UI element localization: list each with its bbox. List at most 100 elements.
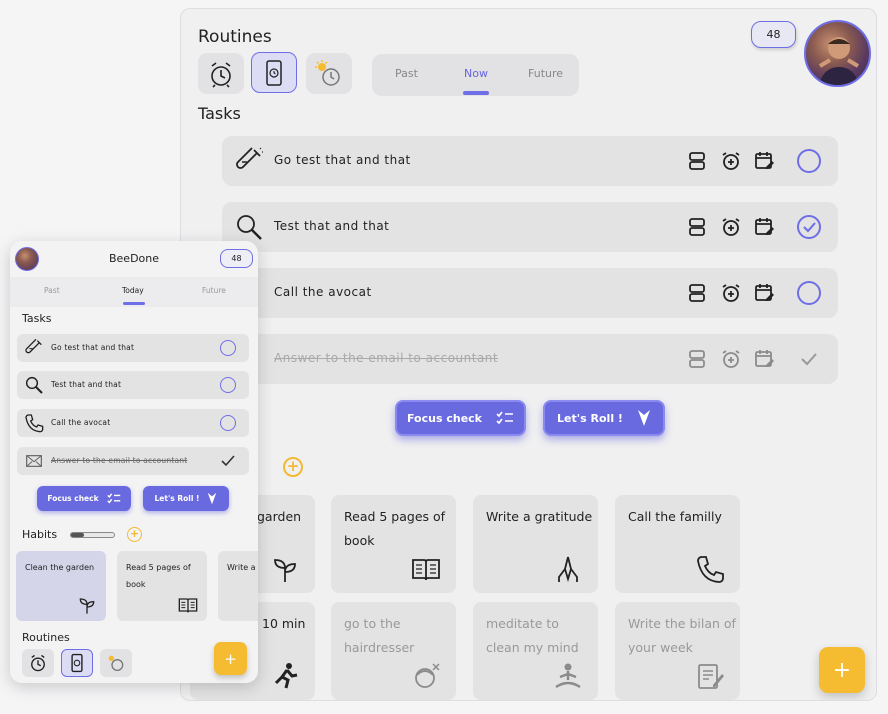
routine-morning-button[interactable] [100,649,132,677]
task-row-done[interactable]: Answer to the email to accountant [222,334,838,384]
sunrise-clock-icon [315,59,340,86]
active-tab-indicator [123,302,145,305]
time-tabs: Past Now Future [372,54,579,96]
arrow-down-icon [637,410,650,426]
desktop-app: Routines Past Now Future 48 Tasks Go tes… [180,8,877,701]
praying-hands-icon [558,556,578,583]
focus-check-label: Focus check [47,494,99,503]
task-row[interactable]: Go test that and that [17,334,249,362]
points-badge: 48 [220,249,253,268]
add-habit-button[interactable]: + [127,527,142,542]
task-label: Go test that and that [274,153,411,167]
alarm-add-icon[interactable] [720,150,742,172]
focus-check-button[interactable]: Focus check [395,400,526,436]
habit-text: Write the bilan of your week [628,616,736,655]
habit-card[interactable]: Write a [218,551,258,621]
check-icon[interactable] [798,348,820,370]
routines-title: Routines [198,27,272,47]
tab-today[interactable]: Today [122,286,144,295]
subtask-icon[interactable] [686,348,708,370]
task-label: Test that and that [51,380,122,389]
subtask-icon[interactable] [686,150,708,172]
mobile-app: BeeDone 48 Past Today Future Tasks Go te… [10,241,258,683]
book-icon [412,559,440,581]
tab-past[interactable]: Past [395,67,418,80]
slider-fill [71,533,84,537]
sunrise-clock-icon [108,655,124,671]
avatar[interactable] [804,20,871,87]
tasks-title: Tasks [198,104,241,123]
task-row-done[interactable]: Answer to the email to accountant [17,447,249,475]
routine-alarm-button[interactable] [22,649,54,677]
test-tube-icon [236,147,263,169]
phone-icon [697,556,724,583]
alarm-clock-icon [211,61,231,88]
habit-card[interactable]: Read 5 pages of book [331,495,456,593]
phone-timer-icon [71,653,83,673]
time-tabs: Past Today Future [10,277,258,307]
habit-text: meditate to clean my mind [486,616,579,655]
focus-check-label: Focus check [406,411,482,425]
tab-past[interactable]: Past [44,286,60,295]
task-check[interactable] [220,377,236,393]
habit-card[interactable]: Write the bilan of your week [615,602,740,700]
lets-roll-button[interactable]: Let's Roll ! [543,400,665,436]
routine-phone-button[interactable] [61,649,93,677]
alarm-add-icon[interactable] [720,216,742,238]
habit-text: Call the familly [628,509,722,524]
task-check[interactable] [797,149,821,173]
lets-roll-label: Let's Roll ! [557,411,623,425]
task-row[interactable]: Test that and that [222,202,838,252]
sprout-icon [274,559,296,582]
task-check[interactable] [220,415,236,431]
habit-text: Read 5 pages of book [126,563,191,589]
habit-card[interactable]: Read 5 pages of book [117,551,207,621]
task-label: Answer to the email to accountant [274,351,499,365]
habit-card[interactable]: Call the familly [615,495,740,593]
haircut-icon [415,663,440,688]
arrow-down-icon [208,492,217,505]
habit-card[interactable]: Write a gratitude [473,495,598,593]
habit-card[interactable]: meditate to clean my mind [473,602,598,700]
lets-roll-label: Let's Roll ! [154,494,200,503]
routine-morning-button[interactable] [306,53,352,94]
magnifier-icon [237,215,262,240]
task-label: Answer to the email to accountant [51,456,188,465]
tab-now[interactable]: Now [464,67,488,80]
calendar-edit-icon[interactable] [753,282,775,304]
lets-roll-button[interactable]: Let's Roll ! [143,486,229,511]
task-check-checked[interactable] [797,215,821,239]
alarm-add-icon[interactable] [720,282,742,304]
add-fab-button[interactable]: + [819,647,865,693]
add-fab-button[interactable]: + [214,642,247,675]
task-check[interactable] [220,340,236,356]
habit-card[interactable]: Clean the garden [16,551,106,621]
points-badge: 48 [751,21,796,48]
habit-card[interactable]: go to the hairdresser [331,602,456,700]
calendar-edit-icon[interactable] [753,348,775,370]
task-row[interactable]: Call the avocat [222,268,838,318]
tab-future[interactable]: Future [202,286,226,295]
subtask-icon[interactable] [686,216,708,238]
calendar-edit-icon[interactable] [753,216,775,238]
alarm-add-icon[interactable] [720,348,742,370]
task-row[interactable]: Call the avocat [17,409,249,437]
check-icon[interactable] [220,453,236,469]
task-check[interactable] [797,281,821,305]
calendar-edit-icon[interactable] [753,150,775,172]
task-label: Call the avocat [51,418,111,427]
habits-title: Habits [22,528,58,541]
meditation-icon [555,663,581,689]
subtask-icon[interactable] [686,282,708,304]
tab-future[interactable]: Future [528,67,563,80]
task-row[interactable]: Test that and that [17,371,249,399]
habits-progress-slider[interactable] [70,532,115,538]
check-icon [803,222,816,233]
add-habit-button[interactable]: + [283,457,303,477]
routine-phone-button[interactable] [251,52,297,93]
magnifier-icon [25,376,43,394]
routine-alarm-button[interactable] [198,53,244,94]
focus-check-button[interactable]: Focus check [37,486,131,511]
routines-title: Routines [22,631,70,644]
task-row[interactable]: Go test that and that [222,136,838,186]
